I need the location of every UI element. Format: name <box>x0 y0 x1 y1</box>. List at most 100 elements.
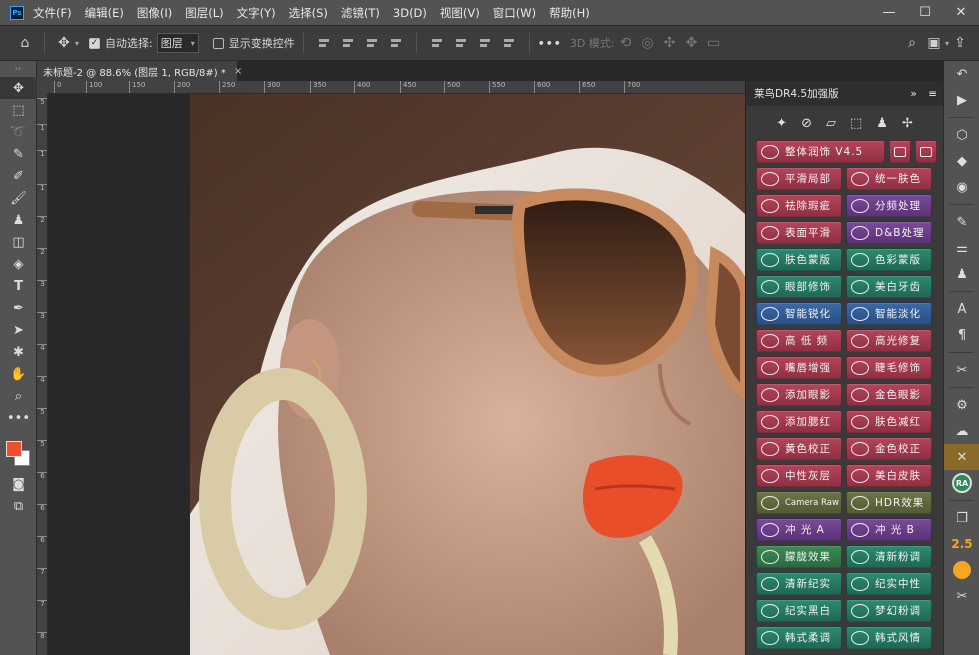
auto-select-checkbox[interactable]: ✓ <box>89 37 101 49</box>
menu-layer[interactable]: 图层(L) <box>185 5 223 21</box>
close-icon[interactable]: × <box>234 66 242 77</box>
action-button[interactable]: 肤色蒙版 <box>756 248 842 271</box>
roll-3d-icon[interactable]: ◎ <box>637 32 659 54</box>
adjustments-icon[interactable]: ⚌ <box>944 235 979 261</box>
canvas-area[interactable] <box>48 94 745 655</box>
pen-tool-icon[interactable]: ✒ <box>0 297 37 319</box>
menu-3d[interactable]: 3D(D) <box>393 6 427 20</box>
action-button[interactable]: 分频处理 <box>846 194 932 217</box>
action-button[interactable]: 美白皮肤 <box>846 464 932 487</box>
plugin-x-icon[interactable]: ✕ <box>944 444 979 470</box>
close-button[interactable]: ✕ <box>943 0 979 25</box>
action-button[interactable]: 高光修复 <box>846 329 932 352</box>
layers-icon[interactable]: ◆ <box>944 148 979 174</box>
hand-tool-icon[interactable]: ✋ <box>0 363 37 385</box>
action-button[interactable]: 嘴唇增强 <box>756 356 842 379</box>
search-icon[interactable]: ⌕ <box>901 32 923 54</box>
distribute-vertical-icon[interactable] <box>502 36 516 50</box>
bandage-icon[interactable]: ⊘ <box>801 116 812 131</box>
action-button[interactable]: 清新粉调 <box>846 545 932 568</box>
wand-icon[interactable]: ✦ <box>776 116 787 131</box>
action-button[interactable]: 韩式柔调 <box>756 626 842 649</box>
type-tool-icon[interactable]: T <box>0 275 37 297</box>
auto-select-dropdown[interactable]: 图层 ▾ <box>156 33 199 53</box>
action-button[interactable]: 冲 光 B <box>846 518 932 541</box>
orbit-3d-icon[interactable]: ⟲ <box>615 32 637 54</box>
orange-plugin-icon[interactable] <box>944 557 979 583</box>
play-icon[interactable]: ▶ <box>944 87 979 113</box>
action-button[interactable]: 肤色减红 <box>846 410 932 433</box>
menu-image[interactable]: 图像(I) <box>137 5 172 21</box>
history-icon[interactable]: ↶ <box>944 61 979 87</box>
action-button[interactable]: D&B处理 <box>846 221 932 244</box>
channels-icon[interactable]: ◉ <box>944 174 979 200</box>
align-right-icon[interactable] <box>365 36 379 50</box>
align-center-icon[interactable] <box>341 36 355 50</box>
action-button[interactable]: 中性灰层 <box>756 464 842 487</box>
lasso-tool-icon[interactable]: ➰ <box>0 121 37 143</box>
action-button[interactable]: 智能淡化 <box>846 302 932 325</box>
chevron-down-icon[interactable]: ▾ <box>75 39 79 48</box>
transform-icon[interactable]: ✢ <box>902 116 913 131</box>
eraser-tool-icon[interactable]: ◫ <box>0 231 37 253</box>
action-button[interactable]: 添加腮红 <box>756 410 842 433</box>
move-tool-icon[interactable]: ✥ <box>0 77 37 99</box>
action-button[interactable]: 朦胧效果 <box>756 545 842 568</box>
screen-mode-icon[interactable]: ⧉ <box>0 495 37 517</box>
foreground-color[interactable] <box>6 441 22 457</box>
stamp-tool-icon[interactable]: ♟ <box>0 209 37 231</box>
brush-tool-icon[interactable]: 🖌 <box>0 187 37 209</box>
menu-window[interactable]: 窗口(W) <box>493 5 536 21</box>
action-button[interactable]: 添加眼影 <box>756 383 842 406</box>
document-tab[interactable]: 未标题-2 @ 88.6% (图层 1, RGB/8#) * × <box>37 61 242 81</box>
action-button[interactable]: 平滑局部 <box>756 167 842 190</box>
action-button[interactable]: Camera Raw <box>756 491 842 514</box>
ra-plugin-icon[interactable]: RA <box>944 470 979 496</box>
distribute-horizontal-icon[interactable] <box>389 36 403 50</box>
action-button[interactable]: 黄色校正 <box>756 437 842 460</box>
3d-cube-icon[interactable]: ⬡ <box>944 122 979 148</box>
selection-icon[interactable]: ⬚ <box>850 116 862 131</box>
action-button[interactable]: 金色眼影 <box>846 383 932 406</box>
action-button[interactable]: 色彩蒙版 <box>846 248 932 271</box>
custom-shape-tool-icon[interactable]: ✱ <box>0 341 37 363</box>
action-button[interactable]: 整体润饰 V4.5 <box>756 140 886 163</box>
workspace-icon[interactable]: ▣ <box>923 32 945 54</box>
drag-3d-icon[interactable]: ✣ <box>659 32 681 54</box>
quick-select-tool-icon[interactable]: ✎ <box>0 143 37 165</box>
ruler-icon[interactable]: ▱ <box>826 116 836 131</box>
cloud-icon[interactable]: ☁ <box>944 418 979 444</box>
layers-button[interactable] <box>889 140 912 163</box>
version-badge[interactable]: 2.5 <box>944 531 979 557</box>
action-button[interactable]: 美白牙齿 <box>846 275 932 298</box>
maximize-button[interactable]: ☐ <box>907 0 943 25</box>
action-button[interactable]: 韩式风情 <box>846 626 932 649</box>
action-button[interactable]: HDR效果 <box>846 491 932 514</box>
menu-edit[interactable]: 编辑(E) <box>85 5 124 21</box>
settings-button[interactable] <box>915 140 937 163</box>
path-select-tool-icon[interactable]: ➤ <box>0 319 37 341</box>
action-button[interactable]: 纪实黑白 <box>756 599 842 622</box>
paint-bucket-tool-icon[interactable]: ◈ <box>0 253 37 275</box>
align-left-icon[interactable] <box>317 36 331 50</box>
move-tool-icon[interactable]: ✥ <box>53 32 75 54</box>
action-button[interactable]: 智能锐化 <box>756 302 842 325</box>
panel-grip[interactable]: ›› <box>0 61 36 77</box>
scale-3d-icon[interactable]: ▭ <box>703 32 725 54</box>
action-button[interactable]: 眼部修饰 <box>756 275 842 298</box>
collapse-icon[interactable]: » <box>910 88 916 100</box>
more-tools-icon[interactable]: ••• <box>0 407 37 429</box>
share-icon[interactable]: ⇪ <box>949 32 971 54</box>
action-button[interactable]: 金色校正 <box>846 437 932 460</box>
menu-view[interactable]: 视图(V) <box>440 5 480 21</box>
brush-settings-icon[interactable]: ✎ <box>944 209 979 235</box>
align-top-icon[interactable] <box>430 36 444 50</box>
marquee-tool-icon[interactable]: ⬚ <box>0 99 37 121</box>
action-button[interactable]: 统一肤色 <box>846 167 932 190</box>
show-transform-checkbox[interactable] <box>212 37 224 49</box>
paragraph-icon[interactable]: ¶ <box>944 322 979 348</box>
action-button[interactable]: 高 低 频 <box>756 329 842 352</box>
zoom-tool-icon[interactable]: ⌕ <box>0 385 37 407</box>
menu-help[interactable]: 帮助(H) <box>549 5 590 21</box>
action-button[interactable]: 祛除瑕疵 <box>756 194 842 217</box>
